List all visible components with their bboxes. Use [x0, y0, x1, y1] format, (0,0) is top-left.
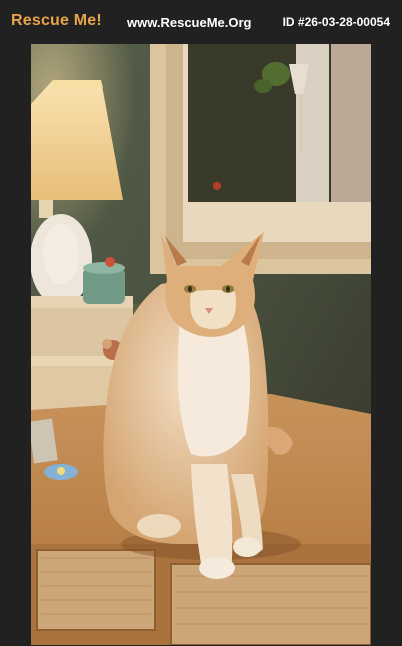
header-bar: Rescue Me! www.RescueMe.Org ID #26-03-28… [0, 0, 402, 44]
listing-id: ID #26-03-28-00054 [282, 15, 390, 29]
cat-photo [31, 44, 371, 645]
pet-photo [31, 44, 371, 645]
brand-logo[interactable]: Rescue Me! [11, 12, 102, 30]
site-url[interactable]: www.RescueMe.Org [127, 15, 252, 30]
